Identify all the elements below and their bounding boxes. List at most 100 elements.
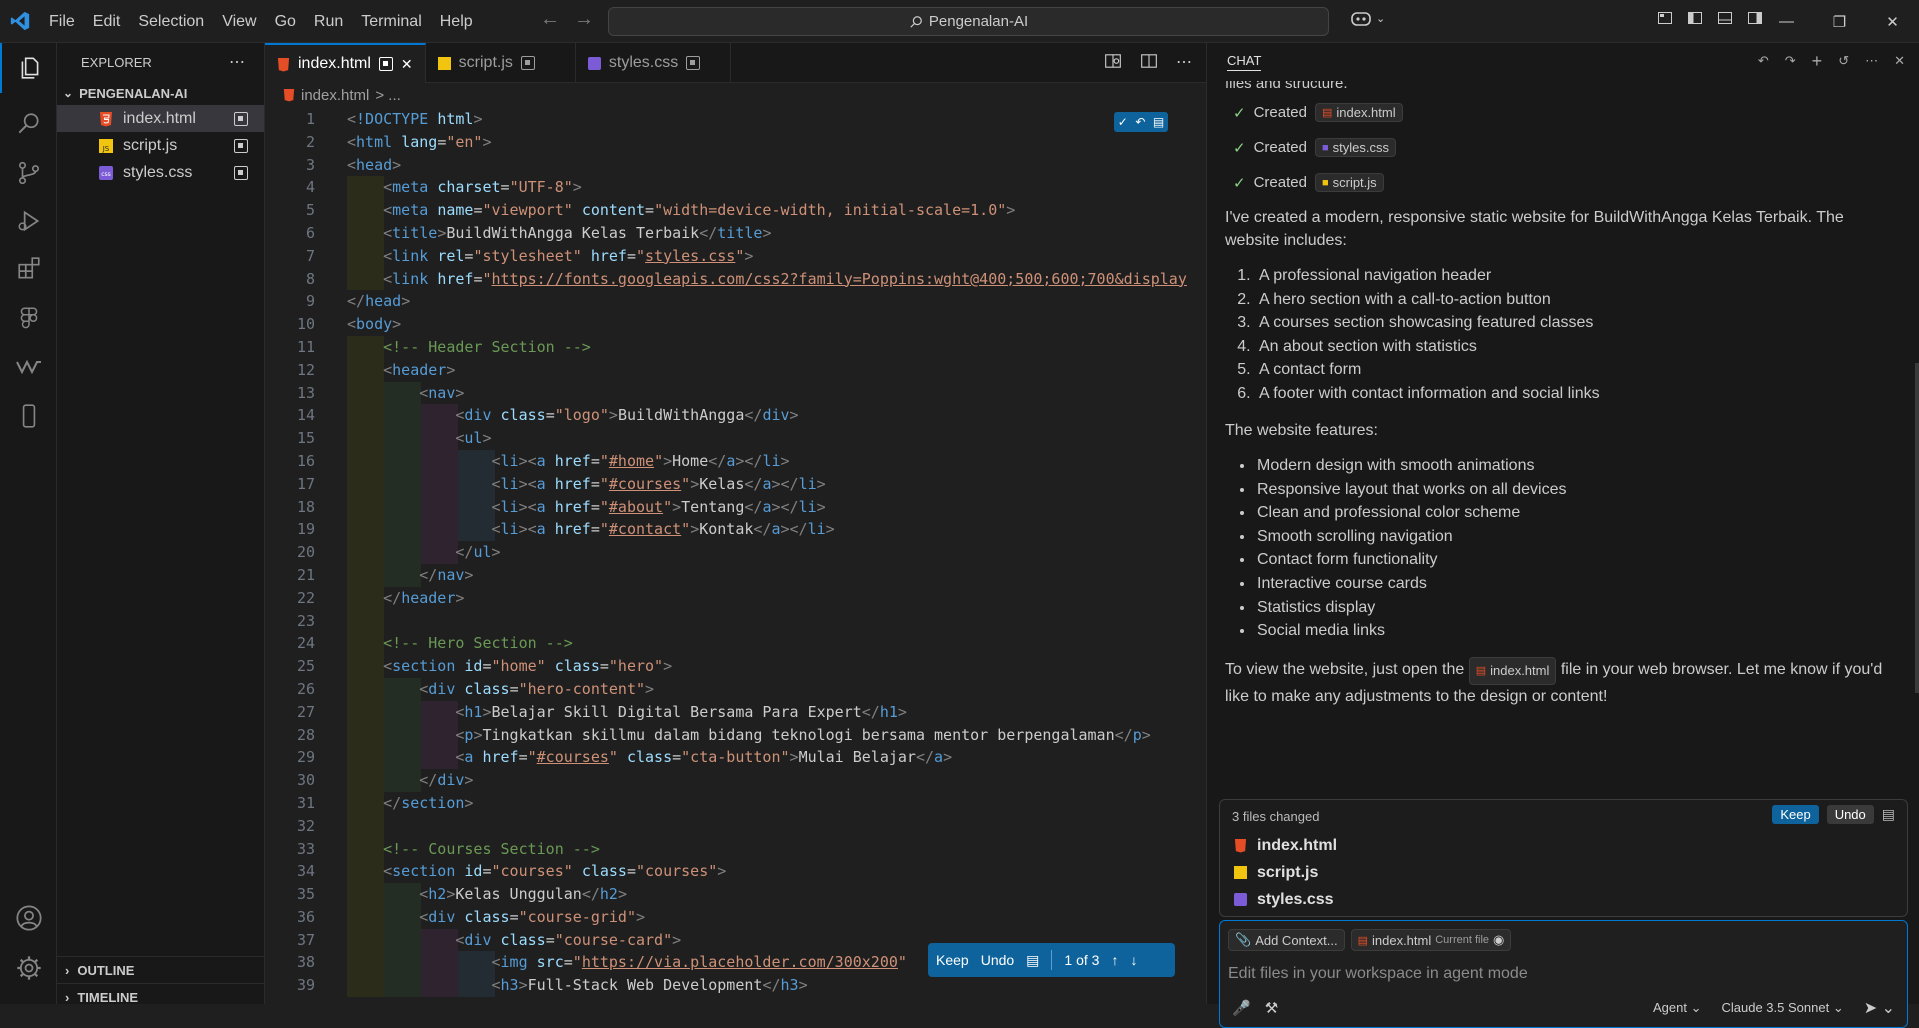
css-file-icon bbox=[1234, 893, 1247, 906]
changed-file-item[interactable]: styles.css bbox=[1220, 886, 1907, 913]
minimize-icon[interactable]: — bbox=[1760, 0, 1813, 43]
tab-index-html[interactable]: index.html ✕ bbox=[265, 43, 426, 83]
restore-icon[interactable]: ❐ bbox=[1813, 0, 1866, 43]
keep-button[interactable]: Keep bbox=[936, 952, 969, 968]
modified-indicator-icon bbox=[234, 112, 248, 126]
next-change-arrow-icon[interactable]: ↓ bbox=[1130, 952, 1137, 968]
current-file-chip[interactable]: ▤ index.html Current file ◉ bbox=[1350, 929, 1512, 951]
previous-change-arrow-icon[interactable]: ↑ bbox=[1111, 952, 1118, 968]
more-actions-icon[interactable]: ⋯ bbox=[1865, 53, 1878, 69]
send-icon[interactable]: ➤ ⌄ bbox=[1864, 998, 1895, 1018]
settings-gear-icon[interactable] bbox=[0, 943, 57, 993]
diff-file-icon[interactable]: ▤ bbox=[1026, 952, 1039, 969]
changed-file-label: index.html bbox=[1257, 836, 1338, 854]
new-chat-plus-icon[interactable]: + bbox=[1812, 52, 1823, 70]
change-counter: 1 of 3 bbox=[1064, 952, 1100, 968]
mobile-device-icon[interactable] bbox=[0, 391, 57, 441]
mode-picker[interactable]: Agent ⌄ bbox=[1653, 1000, 1702, 1016]
file-chip[interactable]: ▤ index.html bbox=[1468, 656, 1557, 685]
timeline-section[interactable]: › TIMELINE bbox=[57, 983, 265, 1010]
search-icon bbox=[910, 15, 922, 28]
menu-help[interactable]: Help bbox=[431, 0, 482, 43]
model-picker[interactable]: Claude 3.5 Sonnet ⌄ bbox=[1722, 1000, 1844, 1016]
keep-all-button[interactable]: Keep bbox=[1772, 805, 1819, 824]
js-file-icon: ■ bbox=[1321, 176, 1329, 189]
redo-icon[interactable]: ↷ bbox=[1785, 53, 1796, 69]
explorer-icon[interactable] bbox=[0, 43, 57, 93]
activity-bar bbox=[0, 43, 57, 1004]
figma-icon[interactable] bbox=[0, 293, 57, 343]
file-chip[interactable]: ▤ index.html bbox=[1314, 103, 1403, 122]
check-icon: ✓ bbox=[1233, 104, 1246, 122]
menu-file[interactable]: File bbox=[40, 0, 84, 43]
undo-button[interactable]: Undo bbox=[981, 952, 1014, 968]
microphone-icon[interactable]: 🎤 bbox=[1232, 999, 1251, 1017]
command-center-search[interactable]: Pengenalan-AI bbox=[608, 7, 1329, 36]
menu-edit[interactable]: Edit bbox=[84, 0, 130, 43]
close-icon[interactable]: ✕ bbox=[1866, 0, 1919, 43]
outline-section[interactable]: › OUTLINE bbox=[57, 956, 265, 983]
close-icon[interactable]: ✕ bbox=[1894, 53, 1905, 69]
html-file-icon bbox=[283, 89, 295, 102]
diff-icon[interactable]: ▤ bbox=[1153, 115, 1164, 129]
menu-view[interactable]: View bbox=[213, 0, 265, 43]
file-script-js[interactable]: JS script.js bbox=[57, 132, 264, 159]
tools-icon[interactable]: ⚒ bbox=[1265, 999, 1278, 1017]
more-actions-icon[interactable]: ⋯ bbox=[1176, 52, 1192, 72]
forward-arrow-icon[interactable]: → bbox=[574, 8, 594, 31]
view-changes-icon[interactable]: ▤ bbox=[1882, 806, 1895, 823]
extensions-icon[interactable] bbox=[0, 244, 57, 294]
workspace-folder[interactable]: ⌄ PENGENALAN-AI bbox=[57, 81, 264, 105]
check-icon: ✓ bbox=[1233, 174, 1246, 192]
accounts-icon[interactable] bbox=[0, 893, 57, 943]
explorer-sidebar: EXPLORER ⋯ ⌄ PENGENALAN-AI index.html JS… bbox=[57, 43, 265, 1005]
undo-all-button[interactable]: Undo bbox=[1826, 805, 1874, 824]
eye-icon[interactable]: ◉ bbox=[1493, 932, 1504, 948]
windsurf-icon[interactable] bbox=[0, 342, 57, 392]
split-editor-icon[interactable] bbox=[1140, 52, 1158, 70]
tab-script-js[interactable]: script.js bbox=[426, 43, 576, 83]
toggle-panel-icon[interactable] bbox=[1717, 10, 1733, 26]
changed-file-item[interactable]: script.js bbox=[1220, 859, 1907, 886]
changed-file-item[interactable]: index.html bbox=[1220, 832, 1907, 859]
html-file-icon bbox=[100, 111, 112, 126]
search-icon[interactable] bbox=[0, 99, 57, 149]
list-item: Modern design with smooth animations bbox=[1255, 454, 1900, 478]
layout-controls bbox=[1657, 10, 1763, 26]
review-toolbar: Keep Undo ▤ 1 of 3 ↑ ↓ bbox=[928, 943, 1175, 977]
file-index-html[interactable]: index.html bbox=[57, 105, 264, 132]
list-item: Social media links bbox=[1255, 619, 1900, 643]
changed-file-label: script.js bbox=[1257, 863, 1319, 881]
breadcrumb-rest[interactable]: > ... bbox=[375, 87, 400, 104]
chat-scrollbar[interactable] bbox=[1915, 363, 1919, 693]
files-changed-panel: 3 files changed Keep Undo ▤ index.html s… bbox=[1219, 799, 1908, 917]
toggle-sidebar-icon[interactable] bbox=[1687, 10, 1703, 26]
back-arrow-icon[interactable]: ← bbox=[540, 8, 560, 31]
file-styles-css[interactable]: css styles.css bbox=[57, 159, 264, 186]
open-preview-icon[interactable] bbox=[1104, 52, 1122, 70]
breadcrumb-file[interactable]: index.html bbox=[301, 87, 369, 104]
source-control-icon[interactable] bbox=[0, 148, 57, 198]
list-item: A professional navigation header bbox=[1255, 264, 1900, 288]
menu-selection[interactable]: Selection bbox=[129, 0, 213, 43]
close-tab-icon[interactable]: ✕ bbox=[401, 56, 413, 73]
run-debug-icon[interactable] bbox=[0, 196, 57, 246]
menu-terminal[interactable]: Terminal bbox=[352, 0, 430, 43]
undo-icon[interactable]: ↶ bbox=[1758, 53, 1769, 69]
add-context-button[interactable]: 📎 Add Context... bbox=[1228, 929, 1345, 951]
file-chip[interactable]: ■ script.js bbox=[1314, 173, 1384, 192]
copilot-menu-button[interactable]: ⌄ bbox=[1350, 9, 1385, 27]
menu-run[interactable]: Run bbox=[305, 0, 352, 43]
more-actions-icon[interactable]: ⋯ bbox=[229, 52, 246, 72]
accept-change-icon[interactable]: ✓ bbox=[1118, 115, 1128, 129]
tab-styles-css[interactable]: styles.css bbox=[576, 43, 732, 83]
chat-input-field[interactable]: Edit files in your workspace in agent mo… bbox=[1228, 965, 1528, 983]
undo-change-icon[interactable]: ↶ bbox=[1135, 115, 1145, 129]
history-icon[interactable]: ↺ bbox=[1838, 53, 1849, 69]
file-chip[interactable]: ■ styles.css bbox=[1314, 138, 1396, 157]
list-item: Statistics display bbox=[1255, 596, 1900, 620]
files-changed-actions: Keep Undo ▤ bbox=[1772, 805, 1895, 824]
menu-go[interactable]: Go bbox=[266, 0, 305, 43]
code-editor[interactable]: 1 <!DOCTYPE html> 2 <html lang="en"> 3 <hea… bbox=[265, 108, 1206, 1004]
customize-layout-icon[interactable] bbox=[1657, 10, 1673, 26]
